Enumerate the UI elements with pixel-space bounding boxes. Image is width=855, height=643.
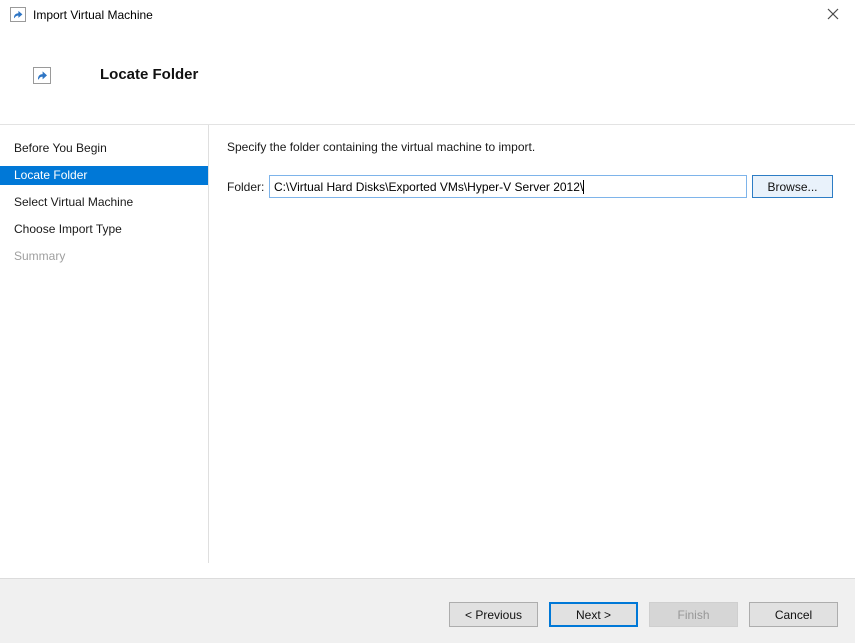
step-label: Select Virtual Machine [14,195,134,209]
title-bar: Import Virtual Machine [0,0,855,30]
import-arrow-icon [33,67,51,84]
footer-bar: < Previous Next > Finish Cancel [0,578,855,643]
cancel-button[interactable]: Cancel [749,602,838,627]
step-choose-import-type[interactable]: Choose Import Type [0,220,208,247]
finish-button: Finish [649,602,738,627]
step-select-virtual-machine[interactable]: Select Virtual Machine [0,193,208,220]
folder-path-value: C:\Virtual Hard Disks\Exported VMs\Hyper… [274,179,584,194]
close-button[interactable] [811,0,855,30]
instruction-text: Specify the folder containing the virtua… [227,140,536,154]
step-summary: Summary [0,247,208,274]
step-locate-folder[interactable]: Locate Folder [0,166,208,193]
step-before-you-begin[interactable]: Before You Begin [0,139,208,166]
folder-field-label: Folder: [227,180,265,194]
next-button[interactable]: Next > [549,602,638,627]
text-caret [583,179,585,194]
close-icon [827,8,839,23]
import-arrow-icon [10,7,26,22]
wizard-steps: Before You Begin Locate Folder Select Vi… [0,125,208,274]
folder-path-input[interactable]: C:\Virtual Hard Disks\Exported VMs\Hyper… [269,175,747,198]
page-title: Locate Folder [100,66,199,83]
sidebar-separator [208,125,209,563]
step-label: Choose Import Type [14,222,122,236]
browse-button[interactable]: Browse... [752,175,833,198]
step-label: Locate Folder [0,166,208,185]
previous-button[interactable]: < Previous [449,602,538,627]
window-title: Import Virtual Machine [33,8,153,22]
step-label: Summary [14,249,66,263]
step-label: Before You Begin [14,141,107,155]
